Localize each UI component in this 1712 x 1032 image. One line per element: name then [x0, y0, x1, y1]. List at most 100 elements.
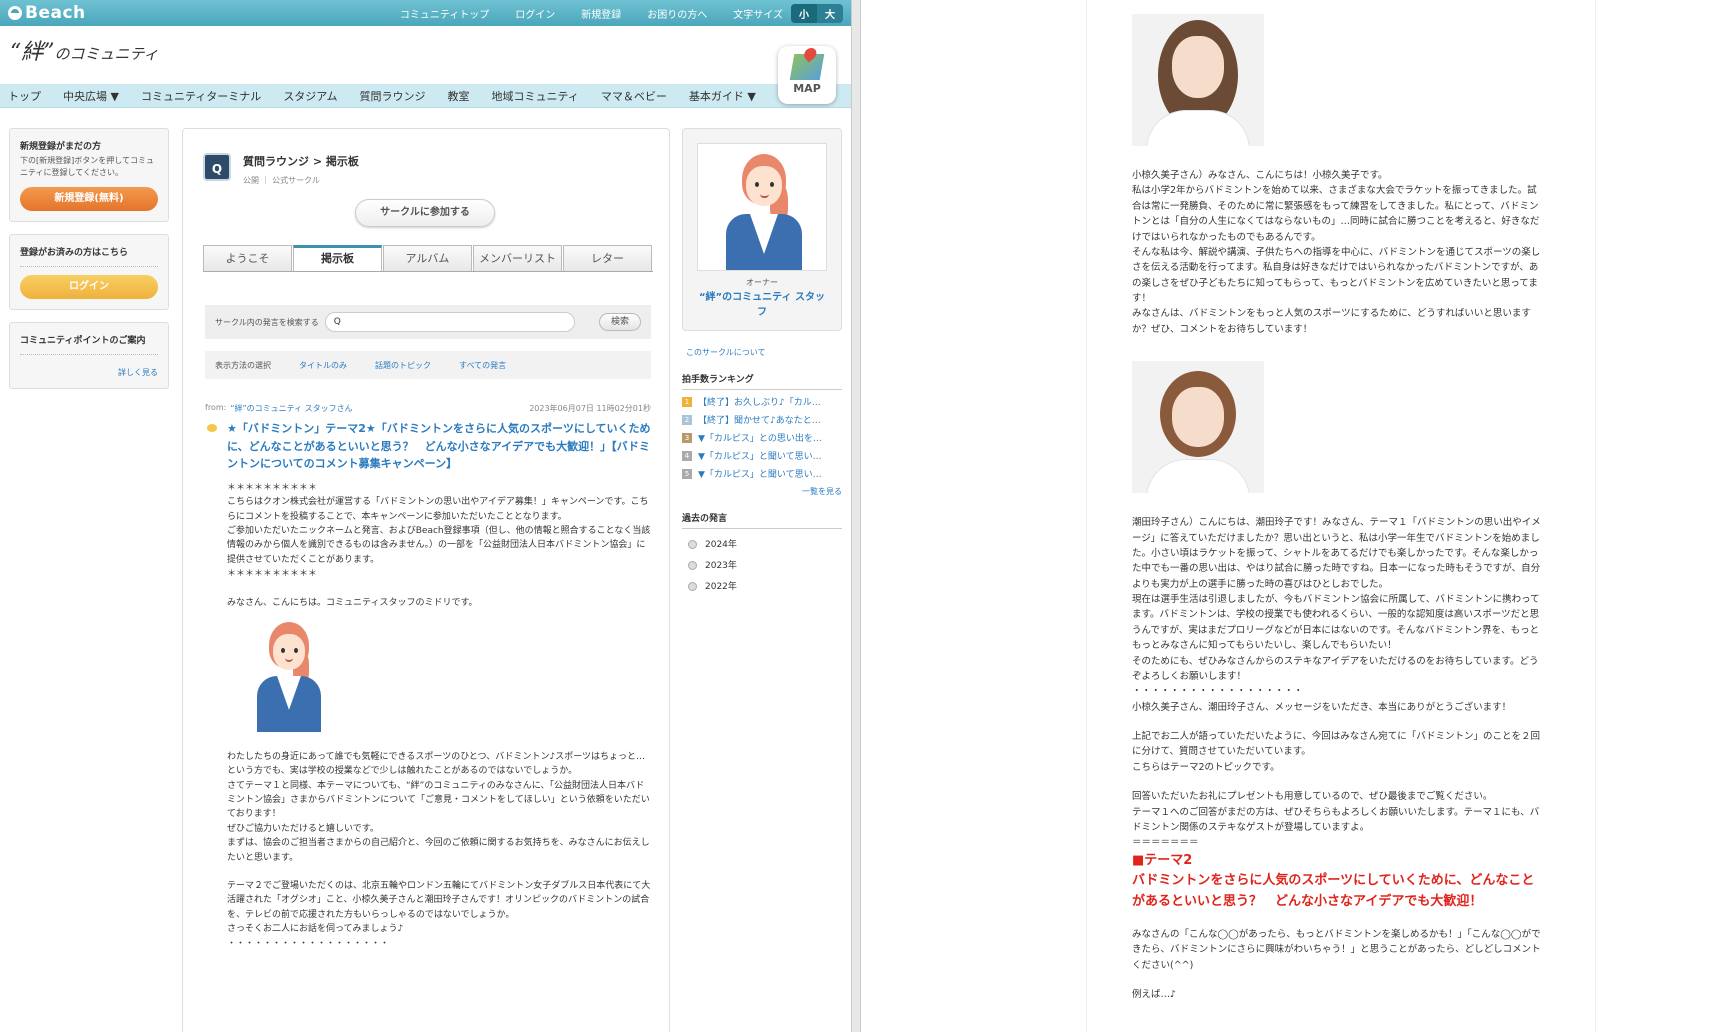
nav-mama-baby[interactable]: ママ＆ベビー — [601, 88, 667, 104]
post-paragraph-5: テーマ２でご登場いただくのは、北京五輪やロンドン五輪にてバドミントン女子ダブルス… — [227, 881, 651, 920]
main-nav: トップ 中央広場 ▼ コミュニティターミナル スタジアム 質問ラウンジ 教室 地… — [0, 84, 851, 108]
login-box: 登録がお済みの方はこちら ログイン — [9, 234, 169, 310]
join-circle-button[interactable]: サークルに参加する — [355, 199, 495, 227]
article-content: 小椋久美子さん）みなさん、こんにちは！小椋久美子です。 私は小学2年からバドミン… — [1086, 0, 1596, 1032]
ranking-item[interactable]: 1 【終了】お久しぶり♪「カル… — [682, 395, 842, 408]
year-link-2024[interactable]: 2024年 — [682, 537, 842, 550]
shiota-paragraph-3: そのためにも、ぜひみなさんからのステキなアイデアをいただけるのをお待ちしています… — [1132, 655, 1539, 682]
filter-label: 表示方法の選択 — [215, 360, 271, 370]
year-link-2022[interactable]: 2022年 — [682, 579, 842, 592]
post-paragraph-6: さっそくお二人にお話を伺ってみましょう♪ — [227, 924, 404, 935]
past-posts-title: 過去の発言 — [682, 511, 842, 529]
gift-paragraph-1: 回答いただいたお礼にプレゼントも用意しているので、ぜひ最後までご覧ください。 — [1132, 791, 1493, 803]
login-title: 登録がお済みの方はこちら — [20, 248, 129, 258]
tab-letter[interactable]: レター — [563, 245, 652, 271]
filter-hot-topics[interactable]: 話題のトピック — [375, 360, 431, 371]
gift-paragraph-2: テーマ１へのご回答がまだの方は、ぜひそちらもよろしくお願いいたします。テーマ１に… — [1132, 806, 1540, 833]
ogura-paragraph-1: 小椋久美子さん）みなさん、こんにちは！小椋久美子です。 — [1132, 170, 1388, 181]
points-more-link[interactable]: 詳しく見る — [20, 367, 158, 378]
example-line: 例えば…♪ — [1132, 989, 1177, 1001]
ogura-message: 小椋久美子さん）みなさん、こんにちは！小椋久美子です。 私は小学2年からバドミン… — [1132, 168, 1542, 337]
nav-local-community[interactable]: 地域コミュニティ — [492, 88, 579, 104]
font-size-label: 文字サイズ — [733, 9, 783, 21]
map-icon — [789, 54, 825, 80]
site-logo-main: “絆” — [10, 40, 55, 65]
font-size-small-button[interactable]: 小 — [791, 3, 817, 23]
theme-question: バドミントンをさらに人気のスポーツにしていくために、どんなことがあるといいと思う… — [1132, 873, 1535, 910]
top-link-register[interactable]: 新規登録 — [581, 6, 621, 21]
post-paragraph-4: まずは、協会のご担当者さまからの自己紹介と、今回のご依頼に関するお気持ちを、みな… — [227, 838, 650, 863]
post: from: “絆”のコミュニティ スタッフさん 2023年06月07日 11時0… — [205, 403, 651, 951]
points-title: コミュニティポイントのご案内 — [20, 336, 146, 346]
ranking-title: 拍手数ランキング — [682, 372, 842, 390]
register-button[interactable]: 新規登録(無料) — [20, 187, 158, 211]
filter-title-only[interactable]: タイトルのみ — [299, 360, 347, 371]
owner-name[interactable]: “絆”のコミュニティ スタッフ — [697, 290, 827, 320]
login-button[interactable]: ログイン — [20, 275, 158, 299]
owner-label: オーナー — [746, 278, 778, 287]
filter-all-posts[interactable]: すべての発言 — [459, 360, 506, 371]
post-title[interactable]: ★「バドミントン」テーマ2★「バドミントンをさらに人気のスポーツにしていくために… — [207, 420, 651, 473]
tab-welcome[interactable]: ようこそ — [203, 245, 292, 271]
ogura-paragraph-4: みなさんは、バドミントンをもっと人気のスポーツにするために、どうすればいいと思い… — [1132, 308, 1531, 335]
search-input[interactable]: Q — [324, 312, 575, 332]
register-box: 新規登録がまだの方 下の[新規登録]ボタンを押してコミュニティに登録してください… — [9, 128, 169, 222]
top-link-help[interactable]: お困りの方へ — [647, 6, 707, 21]
beach-logo[interactable]: Beach — [8, 3, 86, 23]
stars-line: ＊＊＊＊＊＊＊＊＊＊ — [227, 482, 318, 493]
equals-line: ＝＝＝＝＝＝＝ — [1132, 837, 1199, 849]
ranking-item[interactable]: 4 ▼「カルピス」と聞いて思い… — [682, 449, 842, 462]
nav-central-plaza[interactable]: 中央広場 ▼ — [63, 88, 119, 104]
tab-board[interactable]: 掲示板 — [293, 245, 382, 271]
dots-line: ・・・・・・・・・・・・・・・・・・ — [227, 938, 390, 949]
site-logo[interactable]: “絆”のコミュニティ — [10, 34, 159, 66]
ranking-item[interactable]: 2 【終了】聞かせて♪あなたと… — [682, 413, 842, 426]
post-body: ＊＊＊＊＊＊＊＊＊＊ こちらはクオン株式会社が運営する「バドミントンの思い出やア… — [227, 481, 651, 951]
top-bar: Beach コミュニティトップ ログイン 新規登録 お困りの方へ 文字サイズ 小… — [0, 0, 851, 26]
shiota-message: 潮田玲子さん）こんにちは、潮田玲子です！みなさん、テーマ１「バドミントンの思い出… — [1132, 515, 1542, 1002]
top-links: コミュニティトップ ログイン 新規登録 お困りの方へ 文字サイズ 小 大 — [374, 3, 843, 23]
nav-basic-guide[interactable]: 基本ガイド ▼ — [689, 88, 756, 104]
closing-paragraph: みなさんの「こんな◯◯があったら、もっとバドミントンを楽しめるかも！」「こんな◯… — [1132, 929, 1541, 971]
post-author[interactable]: “絆”のコミュニティ スタッフさん — [230, 403, 352, 414]
display-filter: 表示方法の選択 タイトルのみ 話題のトピック すべての発言 — [205, 351, 651, 379]
tab-member-list[interactable]: メンバーリスト — [473, 245, 562, 271]
thanks-line: 小椋久美子さん、潮田玲子さん、メッセージをいただき、本当にありがとうございます！ — [1132, 701, 1512, 713]
tab-album[interactable]: アルバム — [383, 245, 472, 271]
circle-meta: 公開 ｜ 公式サークル — [243, 176, 320, 185]
search-label: サークル内の発言を検索する — [215, 317, 319, 327]
nav-top[interactable]: トップ — [8, 88, 41, 104]
register-text: 下の[新規登録]ボタンを押してコミュニティに登録してください。 — [20, 156, 155, 177]
owner-box: オーナー “絆”のコミュニティ スタッフ — [682, 128, 842, 331]
nav-stadium[interactable]: スタジアム — [283, 88, 337, 104]
top-link-login[interactable]: ログイン — [515, 6, 555, 21]
ogura-paragraph-2: 私は小学2年からバドミントンを始めて以来、さまざまな大会でラケットを振ってきまし… — [1132, 185, 1540, 243]
about-circle-link[interactable]: このサークルについて — [682, 347, 842, 358]
font-size-large-button[interactable]: 大 — [817, 4, 843, 23]
beach-logo-text: Beach — [25, 3, 86, 23]
post-paragraph-2: さてテーマ１と同様、本テーマについても、“絆”のコミュニティのみなさんに、「公益… — [227, 780, 650, 820]
owner-avatar[interactable] — [697, 143, 827, 271]
search-button[interactable]: 検索 — [599, 313, 641, 331]
map-label: MAP — [793, 82, 821, 95]
map-button[interactable]: MAP — [778, 46, 836, 104]
staff-illustration — [227, 610, 651, 750]
ogura-paragraph-3: そんな私は今、解説や講演、子供たちへの指導を中心に、バドミントンを通じてスポーツ… — [1132, 246, 1541, 304]
staff-avatar-illustration — [247, 620, 327, 740]
font-size-toggle: 小 大 — [791, 3, 843, 23]
intro-paragraph-2: ご参加いただいたニックネームと発言、およびBeach登録事項（但し、他の情報と照… — [227, 525, 651, 565]
from-label: from: — [205, 403, 227, 412]
stars-line: ＊＊＊＊＊＊＊＊＊＊ — [227, 569, 318, 580]
top-link-community-top[interactable]: コミュニティトップ — [400, 6, 489, 21]
nav-question-lounge[interactable]: 質問ラウンジ — [360, 88, 426, 104]
points-box: コミュニティポイントのご案内 詳しく見る — [9, 322, 169, 389]
ranking-item[interactable]: 3 ▼「カルピス」との思い出を… — [682, 431, 842, 444]
nav-classroom[interactable]: 教室 — [448, 88, 470, 104]
circle-tabs: ようこそ 掲示板 アルバム メンバーリスト レター — [203, 245, 653, 272]
ranking-item[interactable]: 5 ▼「カルピス」と聞いて思い… — [682, 467, 842, 480]
shiota-paragraph-1: 潮田玲子さん）こんにちは、潮田玲子です！みなさん、テーマ１「バドミントンの思い出… — [1132, 517, 1541, 590]
nav-community-terminal[interactable]: コミュニティターミナル — [141, 88, 261, 104]
ogura-photo — [1132, 14, 1264, 146]
year-link-2023[interactable]: 2023年 — [682, 558, 842, 571]
ranking-more-link[interactable]: 一覧を見る — [682, 486, 842, 497]
